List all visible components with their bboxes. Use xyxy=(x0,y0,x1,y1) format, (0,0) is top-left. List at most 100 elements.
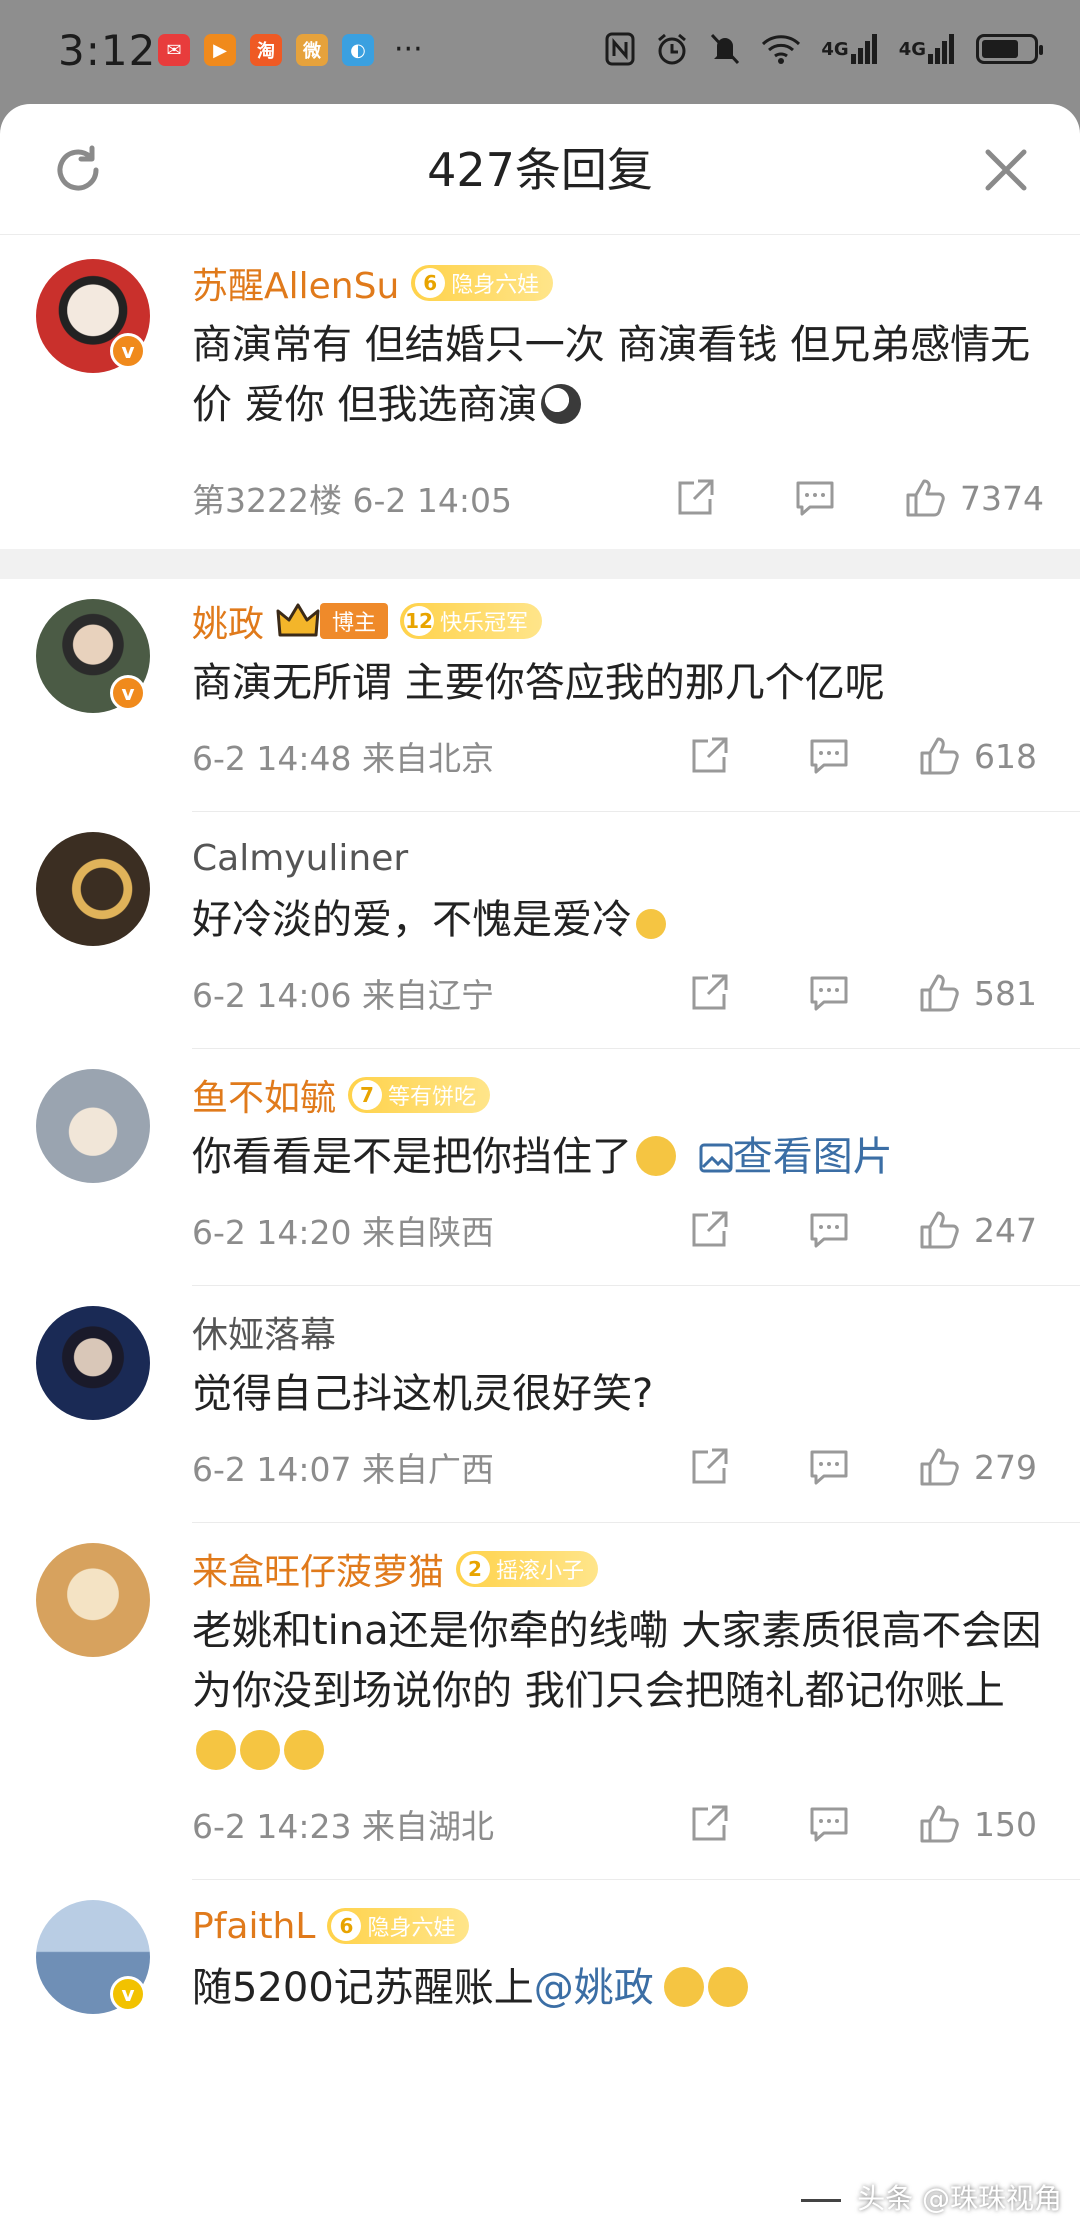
comment-time: 6-2 14:23 来自湖北 xyxy=(192,1807,494,1846)
share-icon[interactable] xyxy=(686,970,732,1016)
comment-text: 随5200记苏醒账上@姚政 xyxy=(192,1958,1044,2018)
comment-text: 觉得自己抖这机灵很好笑? xyxy=(192,1371,654,1417)
verified-icon: v xyxy=(110,675,146,711)
verified-icon: v xyxy=(110,333,146,369)
comment-icon[interactable] xyxy=(792,475,838,521)
signal-4g-icon: 4G xyxy=(821,34,878,64)
alarm-icon xyxy=(655,32,689,66)
comment-item[interactable]: Calmyuliner 好冷淡的爱，不愧是爱冷 6-2 14:06 来自辽宁 5… xyxy=(0,812,1080,1028)
grin-emoji-icon xyxy=(240,1730,280,1770)
thumbs-up-icon xyxy=(906,479,945,517)
like-count: 581 xyxy=(974,973,1037,1013)
avatar[interactable] xyxy=(36,1306,150,1420)
fan-badge: 7 等有饼吃 xyxy=(348,1077,491,1113)
comment-icon[interactable] xyxy=(806,733,852,779)
browser-app-icon: ◐ xyxy=(342,34,374,66)
share-icon[interactable] xyxy=(686,733,732,779)
comment-item[interactable]: v 姚政 博主 12 快乐冠军 商演无所谓 主要你答应我的那几个亿呢 6-2 14… xyxy=(0,579,1080,791)
replies-sheet: 427条回复 v 苏醒AllenSu 6 隐身六娃 商演常有 但结婚只一次 商演看… xyxy=(0,104,1080,2235)
comment-text: 你看看是不是把你挡住了 查看图片 xyxy=(192,1134,893,1180)
comment-item[interactable]: 鱼不如毓 7 等有饼吃 你看看是不是把你挡住了 查看图片 6-2 14:20 来自… xyxy=(0,1049,1080,1265)
comment-meta: 6-2 14:23 来自湖北 150 xyxy=(192,1789,1044,1859)
comment-time: 6-2 14:06 来自辽宁 xyxy=(192,976,494,1015)
comment-icon[interactable] xyxy=(806,1207,852,1253)
comment-meta: 6-2 14:06 来自辽宁 581 xyxy=(192,958,1044,1028)
comment-meta: 6-2 14:20 来自陕西 247 xyxy=(192,1195,1044,1265)
weibo-app-icon: 微 xyxy=(296,34,328,66)
mail-app-icon: ✉ xyxy=(158,34,190,66)
comment-item[interactable]: v PfaithL 6 隐身六娃 随5200记苏醒账上@姚政 xyxy=(0,1880,1080,2018)
share-icon[interactable] xyxy=(686,1801,732,1847)
comment-time: 6-2 14:48 来自北京 xyxy=(192,739,494,778)
comment-time: 第3222楼 6-2 14:05 xyxy=(192,481,512,520)
comment-item[interactable]: 休娅落幕 觉得自己抖这机灵很好笑? 6-2 14:07 来自广西 279 xyxy=(0,1286,1080,1502)
like-button[interactable]: 618 xyxy=(916,733,1044,779)
system-icons: 4G 4G xyxy=(605,32,1043,66)
sheet-header: 427条回复 xyxy=(0,104,1080,235)
fan-badge: 2 摇滚小子 xyxy=(456,1551,599,1587)
like-button[interactable]: 581 xyxy=(916,970,1044,1016)
close-icon[interactable] xyxy=(982,146,1030,194)
comment-icon[interactable] xyxy=(806,1444,852,1490)
comment-meta: 6-2 14:48 来自北京 618 xyxy=(192,721,1044,791)
thumbs-up-icon xyxy=(920,974,959,1012)
comment-meta: 第3222楼 6-2 14:05 7374 xyxy=(192,463,1044,533)
comment-item[interactable]: v 苏醒AllenSu 6 隐身六娃 商演常有 但结婚只一次 商演看钱 但兄弟感情… xyxy=(0,235,1080,539)
sweat-emoji-icon xyxy=(636,909,666,939)
host-badge: 博主 xyxy=(320,603,389,639)
view-image-link[interactable]: 查看图片 xyxy=(699,1134,893,1180)
nfc-icon xyxy=(605,32,635,66)
like-button[interactable]: 150 xyxy=(916,1801,1044,1847)
share-icon[interactable] xyxy=(686,1444,732,1490)
avatar[interactable] xyxy=(36,832,150,946)
username[interactable]: 休娅落幕 xyxy=(192,1306,336,1358)
fan-badge: 12 快乐冠军 xyxy=(400,603,543,639)
username[interactable]: 鱼不如毓 xyxy=(192,1069,336,1121)
grin-emoji-icon xyxy=(196,1730,236,1770)
username[interactable]: PfaithL xyxy=(192,1906,315,1947)
avatar[interactable] xyxy=(36,1069,150,1183)
comment-item[interactable]: 来盒旺仔菠萝猫 2 摇滚小子 老姚和tina还是你牵的线嘞 大家素质很高不会因为你… xyxy=(0,1523,1080,1859)
comment-text: 老姚和tina还是你牵的线嘞 大家素质很高不会因为你没到场说你的 我们只会把随礼… xyxy=(192,1601,1044,1781)
thinking-emoji-icon xyxy=(636,1136,676,1176)
username[interactable]: 姚政 xyxy=(192,595,264,647)
username[interactable]: Calmyuliner xyxy=(192,838,408,879)
like-button[interactable]: 279 xyxy=(916,1444,1044,1490)
like-count: 618 xyxy=(974,736,1037,776)
comment-text: 好冷淡的爱，不愧是爱冷 xyxy=(192,890,1044,950)
blush-emoji-icon xyxy=(707,1967,748,2007)
video-app-icon: ▶ xyxy=(204,34,236,66)
more-notifications-icon: ··· xyxy=(394,32,423,67)
grin-emoji-icon xyxy=(284,1730,324,1770)
status-time: 3:12 xyxy=(58,26,157,75)
avatar[interactable] xyxy=(36,1543,150,1657)
mention-link[interactable]: @姚政 xyxy=(534,1965,654,2011)
like-button[interactable]: 7374 xyxy=(902,475,1044,521)
signal-4g-icon-2: 4G xyxy=(899,34,956,64)
crown-icon xyxy=(276,603,320,637)
like-count: 7374 xyxy=(960,478,1044,518)
dog-emoji-icon xyxy=(541,384,582,424)
section-divider xyxy=(0,549,1080,579)
comment-icon[interactable] xyxy=(806,970,852,1016)
comment-text: 商演无所谓 主要你答应我的那几个亿呢 xyxy=(192,660,885,706)
username[interactable]: 苏醒AllenSu xyxy=(192,257,399,309)
battery-icon xyxy=(976,34,1043,64)
share-icon[interactable] xyxy=(672,475,718,521)
image-icon xyxy=(699,1143,733,1173)
like-button[interactable]: 247 xyxy=(916,1207,1044,1253)
like-count: 247 xyxy=(974,1210,1037,1250)
like-count: 150 xyxy=(974,1804,1037,1844)
like-count: 279 xyxy=(974,1447,1037,1487)
comment-icon[interactable] xyxy=(806,1801,852,1847)
watermark: 头条 @珠珠视角 xyxy=(801,2177,1062,2217)
notification-icons: ✉ ▶ 淘 微 ◐ ··· xyxy=(158,34,423,66)
thumbs-up-icon xyxy=(920,1805,959,1843)
comment-text: 商演常有 但结婚只一次 商演看钱 但兄弟感情无价 爱你 但我选商演 xyxy=(192,322,1031,428)
share-icon[interactable] xyxy=(686,1207,732,1253)
wifi-icon xyxy=(761,33,801,65)
fan-badge: 6 隐身六娃 xyxy=(327,1908,470,1944)
thumbs-up-icon xyxy=(920,737,959,775)
comment-meta: 6-2 14:07 来自广西 279 xyxy=(192,1432,1044,1502)
username[interactable]: 来盒旺仔菠萝猫 xyxy=(192,1543,444,1595)
